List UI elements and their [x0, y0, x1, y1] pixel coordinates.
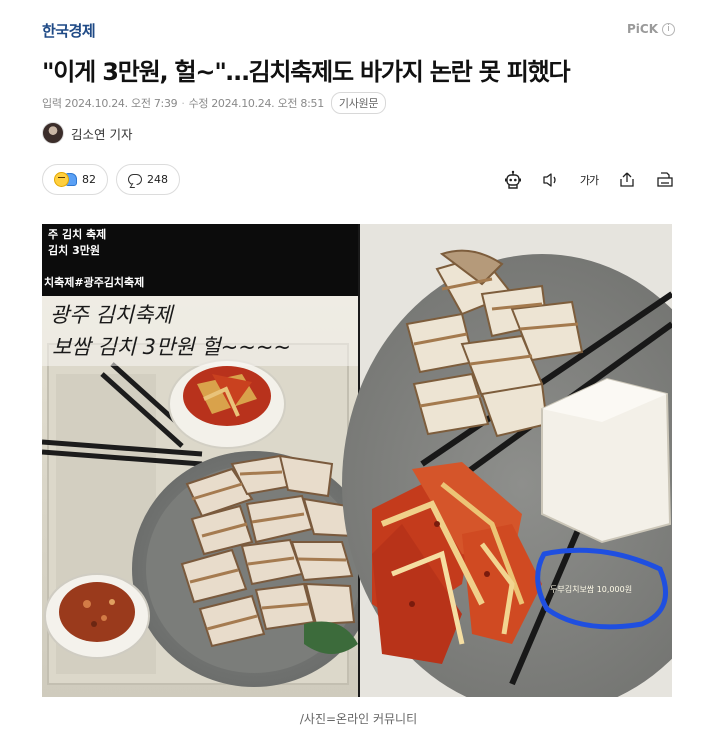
comment-button[interactable]: 248: [116, 164, 180, 195]
speaker-icon[interactable]: [541, 170, 561, 190]
overlay-line-2: 김치 3만원: [48, 243, 100, 257]
menu-price-label: 두부김치보쌈 10,000원: [550, 584, 632, 594]
engagement-bar: 82 248: [42, 164, 180, 195]
original-article-button[interactable]: 기사원문: [330, 92, 387, 114]
emoji-face-icon: [54, 172, 69, 187]
top-bar: 한국경제 PiCK i: [42, 18, 675, 44]
font-size-icon[interactable]: 가가: [579, 170, 599, 190]
avatar: [42, 122, 64, 144]
reaction-icon: [54, 172, 77, 187]
modified-label: 수정: [188, 97, 209, 110]
food-photo-illustration: 주 김치 축제 김치 3만원 치축제#광주김치축제 광주 김치축제 보쌈 김치 …: [42, 224, 672, 697]
robot-icon[interactable]: [503, 170, 523, 190]
modified-time: 2024.10.24. 오전 8:51: [211, 97, 324, 110]
handwriting-line-1: 광주 김치축제: [50, 303, 175, 327]
comment-icon: [128, 174, 142, 185]
pick-label: PiCK: [626, 22, 658, 36]
pick-badge[interactable]: PiCK i: [627, 22, 675, 36]
photo-caption: /사진=온라인 커뮤니티: [299, 712, 418, 726]
print-icon[interactable]: [655, 170, 675, 190]
reporter-name[interactable]: 김소연 기자: [71, 124, 132, 143]
article-title: "이게 3만원, 헐~"…김치축제도 바가지 논란 못 피했다: [42, 58, 571, 86]
article-photo[interactable]: 주 김치 축제 김치 3만원 치축제#광주김치축제 광주 김치축제 보쌈 김치 …: [42, 224, 672, 697]
info-icon[interactable]: i: [662, 22, 675, 36]
overlay-line-3: 치축제#광주김치축제: [44, 275, 144, 289]
reporter[interactable]: 김소연 기자: [42, 122, 132, 144]
handwriting-line-2: 보쌈 김치 3만원 헐~~~~: [52, 335, 291, 359]
meta-separator: ·: [181, 96, 185, 110]
press-logo[interactable]: 한국경제: [42, 20, 96, 41]
article-meta: 입력 2024.10.24. 오전 7:39 · 수정 2024.10.24. …: [42, 92, 387, 114]
article-tools: 가가: [503, 170, 675, 190]
share-icon[interactable]: [617, 170, 637, 190]
reaction-button[interactable]: 82: [42, 164, 108, 195]
comment-count: 248: [147, 173, 168, 186]
input-label: 입력: [42, 97, 62, 110]
input-time: 2024.10.24. 오전 7:39: [64, 97, 178, 110]
overlay-line-1: 주 김치 축제: [48, 227, 106, 241]
reaction-count: 82: [82, 173, 96, 186]
